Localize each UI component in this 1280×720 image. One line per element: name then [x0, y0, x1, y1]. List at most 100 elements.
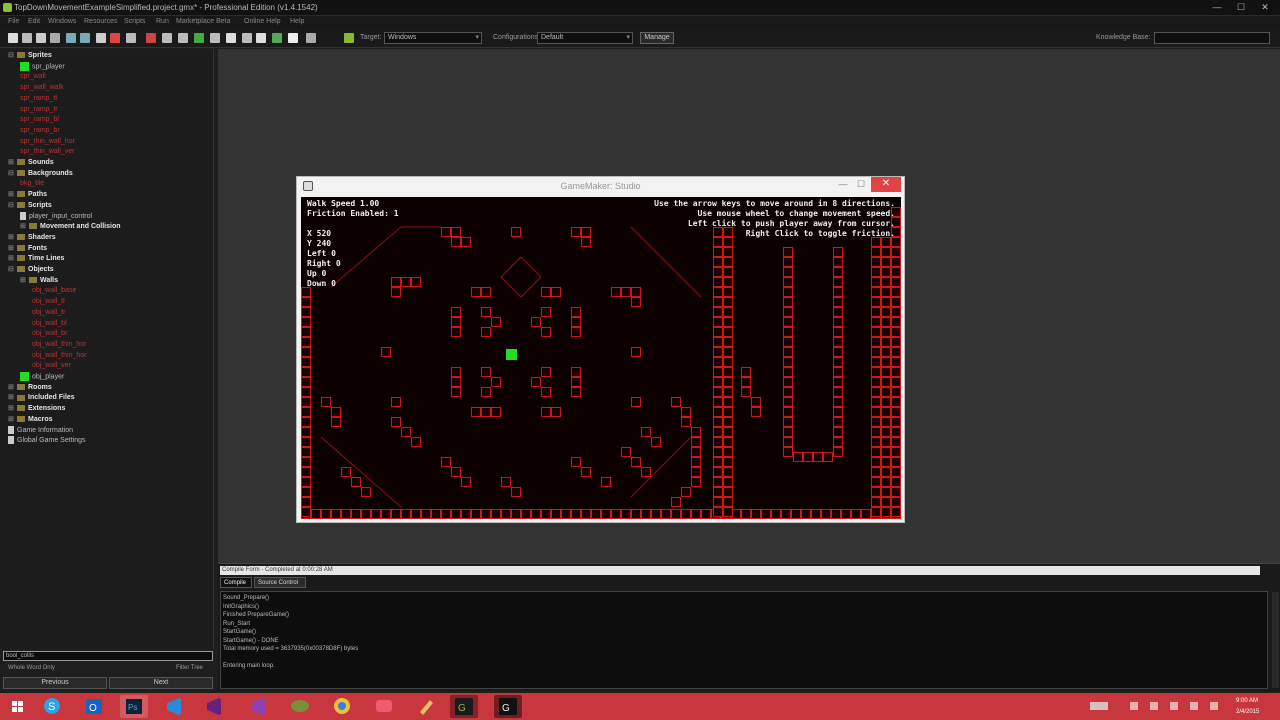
tree-node-spr-ramp-tr[interactable]: spr_ramp_tr [20, 105, 58, 115]
create-executable-icon[interactable] [50, 33, 60, 43]
open-project-icon[interactable] [22, 33, 32, 43]
tree-node-obj-player[interactable]: obj_player [20, 372, 64, 382]
windows-start-icon[interactable] [4, 695, 32, 718]
expand-icon[interactable]: ⊞ [8, 244, 15, 254]
menu-help[interactable]: Help [290, 18, 304, 25]
minimize-button[interactable]: — [1206, 0, 1228, 14]
chrome-icon[interactable] [328, 695, 356, 718]
target-dropdown[interactable]: Windows ▾ [384, 32, 482, 44]
tree-node-spr-player[interactable]: spr_player [20, 61, 65, 72]
visual-studio-icon[interactable] [160, 695, 188, 718]
filter-tree-checkbox[interactable]: Filter Tree [176, 665, 203, 671]
expand-icon[interactable]: ⊟ [8, 201, 15, 211]
tree-node-obj-wall-bl[interactable]: obj_wall_bl [32, 319, 67, 329]
font-resource-icon[interactable] [226, 33, 236, 43]
visual-studio-2-icon[interactable] [200, 695, 228, 718]
tree-node-spr-wall-walk[interactable]: spr_wall_walk [20, 83, 64, 93]
chat-icon[interactable] [286, 695, 314, 718]
tree-node-included-files[interactable]: ⊞ Included Files [8, 393, 75, 403]
tree-node-scripts[interactable]: ⊟ Scripts [8, 201, 52, 211]
tree-node-obj-wall-ver[interactable]: obj_wall_ver [32, 361, 71, 371]
tree-node-rooms[interactable]: ⊞ Rooms [8, 383, 52, 393]
timeline-resource-icon[interactable] [242, 33, 252, 43]
sprite-resource-icon[interactable] [146, 33, 156, 43]
configurations-dropdown[interactable]: Default ▾ [537, 32, 633, 44]
tree-node-obj-wall-tr[interactable]: obj_wall_tr [32, 308, 65, 318]
game-window[interactable]: GameMaker: Studio — ☐ ✕ Walk Speed 1.00 … [296, 176, 905, 523]
skype-icon[interactable]: S [38, 695, 66, 718]
tree-node-sounds[interactable]: ⊞ Sounds [8, 158, 54, 168]
game-close-button[interactable]: ✕ [871, 177, 901, 192]
expand-icon[interactable]: ⊟ [8, 51, 15, 61]
script-resource-icon[interactable] [210, 33, 220, 43]
background-resource-icon[interactable] [178, 33, 188, 43]
tree-node-time-lines[interactable]: ⊞ Time Lines [8, 254, 64, 264]
expand-icon[interactable]: ⊟ [8, 265, 15, 275]
stop-icon[interactable] [110, 33, 120, 43]
menu-online-help[interactable]: Online Help [244, 18, 281, 25]
close-button[interactable]: ✕ [1254, 0, 1276, 14]
settings-icon[interactable] [288, 33, 298, 43]
tree-node-bkg-tile[interactable]: bkg_tile [20, 179, 44, 189]
play-icon[interactable] [96, 33, 106, 43]
tree-search-input[interactable]: bool_collis [3, 651, 213, 661]
gamemaker-icon[interactable]: G [450, 695, 478, 718]
game-maximize-button[interactable]: ☐ [853, 178, 869, 192]
clock-time[interactable]: 9:00 AM [1236, 698, 1258, 704]
sound-resource-icon[interactable] [162, 33, 172, 43]
manage-button[interactable]: Manage [640, 32, 674, 44]
tree-node-fonts[interactable]: ⊞ Fonts [8, 244, 47, 254]
photoshop-icon[interactable]: Ps [120, 695, 148, 718]
media-icon[interactable] [370, 695, 398, 718]
pen-icon[interactable] [412, 695, 440, 718]
tree-node-shaders[interactable]: ⊞ Shaders [8, 233, 56, 243]
room-resource-icon[interactable] [272, 33, 282, 43]
expand-icon[interactable]: ⊞ [20, 276, 27, 286]
tree-node-obj-wall-tl[interactable]: obj_wall_tl [32, 297, 65, 307]
help-icon[interactable] [344, 33, 354, 43]
gamemaker-studio-icon[interactable]: G [494, 695, 522, 718]
console-scrollbar[interactable] [1272, 592, 1279, 688]
tree-node-walls[interactable]: ⊞ Walls [20, 276, 58, 286]
tree-node-spr-wall[interactable]: spr_wall [20, 72, 46, 82]
expand-icon[interactable]: ⊞ [8, 233, 15, 243]
game-room-canvas[interactable]: Walk Speed 1.00 Friction Enabled: 1 X 52… [301, 197, 901, 519]
menu-run[interactable]: Run [156, 18, 169, 25]
menu-windows[interactable]: Windows [48, 18, 76, 25]
expand-icon[interactable]: ⊞ [8, 415, 15, 425]
tree-node-paths[interactable]: ⊞ Paths [8, 190, 47, 200]
tree-node-movement-and-collision[interactable]: ⊞ Movement and Collision [20, 222, 121, 232]
new-project-icon[interactable] [8, 33, 18, 43]
tree-node-spr-thin-wall-hor[interactable]: spr_thin_wall_hor [20, 137, 75, 147]
tree-node-obj-wall-thin-hor[interactable]: obj_wall_thin_hor [32, 351, 86, 361]
knowledge-base-input[interactable] [1154, 32, 1270, 44]
expand-icon[interactable]: ⊞ [8, 383, 15, 393]
tree-node-spr-ramp-tl[interactable]: spr_ramp_tl [20, 94, 57, 104]
tree-node-sprites[interactable]: ⊟ Sprites [8, 51, 52, 61]
tree-node-macros[interactable]: ⊞ Macros [8, 415, 53, 425]
expand-icon[interactable]: ⊞ [8, 254, 15, 264]
tab-compile[interactable]: Compile [220, 577, 252, 588]
visual-studio-3-icon[interactable] [244, 695, 272, 718]
menu-scripts[interactable]: Scripts [124, 18, 145, 25]
tree-node-spr-ramp-bl[interactable]: spr_ramp_bl [20, 115, 59, 125]
path-resource-icon[interactable] [194, 33, 204, 43]
expand-icon[interactable]: ⊞ [8, 404, 15, 414]
tree-node-spr-thin-wall-ver[interactable]: spr_thin_wall_ver [20, 147, 74, 157]
menu-edit[interactable]: Edit [28, 18, 40, 25]
game-minimize-button[interactable]: — [835, 178, 851, 192]
tree-node-global-game-settings[interactable]: Global Game Settings [8, 436, 85, 446]
tree-node-backgrounds[interactable]: ⊟ Backgrounds [8, 169, 73, 179]
tree-node-objects[interactable]: ⊟ Objects [8, 265, 54, 275]
object-resource-icon[interactable] [256, 33, 266, 43]
expand-icon[interactable]: ⊟ [8, 169, 15, 179]
whole-word-checkbox[interactable]: Whole Word Only [8, 665, 55, 671]
tree-node-player-input-control[interactable]: player_input_control [20, 211, 92, 222]
tree-node-spr-ramp-br[interactable]: spr_ramp_br [20, 126, 60, 136]
debug-icon[interactable] [80, 33, 90, 43]
expand-icon[interactable]: ⊞ [8, 393, 15, 403]
expand-icon[interactable]: ⊞ [8, 158, 15, 168]
expand-icon[interactable]: ⊞ [20, 222, 27, 232]
tree-node-obj-wall-base[interactable]: obj_wall_base [32, 286, 76, 296]
tab-source-control[interactable]: Source Control [254, 577, 306, 588]
